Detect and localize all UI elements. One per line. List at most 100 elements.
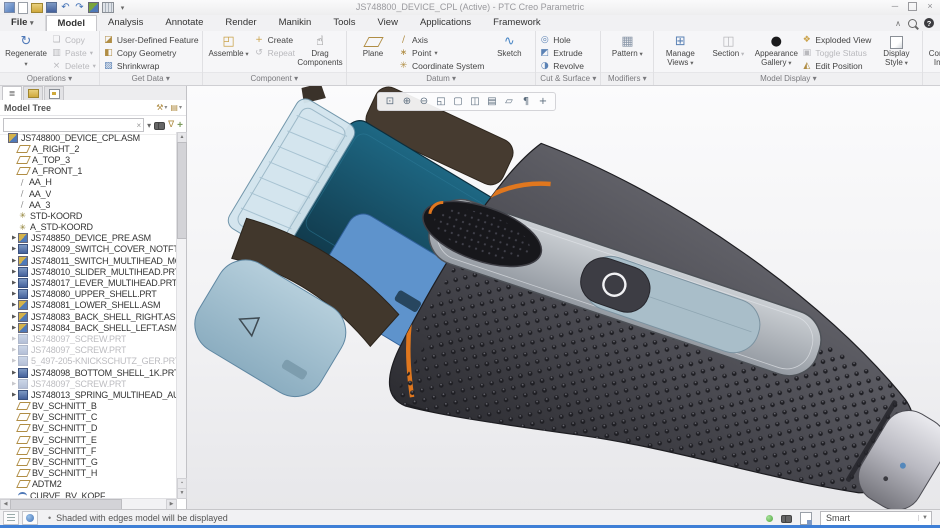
tree-item[interactable]: A_FRONT_1 (0, 166, 177, 177)
display-style-icon[interactable]: ◫ (467, 96, 483, 107)
save-icon[interactable] (46, 2, 57, 13)
close-icon[interactable]: × (925, 1, 935, 11)
tree-item[interactable]: A_RIGHT_2 (0, 143, 177, 154)
exploded-view-button[interactable]: ❖Exploded View (801, 34, 871, 46)
drag-components-button[interactable]: ☝Drag Components (297, 33, 343, 67)
copy-geometry-button[interactable]: ◧Copy Geometry (103, 47, 199, 59)
tab-annotate[interactable]: Annotate (154, 15, 214, 31)
model-tree-tab-icon[interactable]: ≣ (2, 86, 22, 100)
find-icon[interactable] (154, 122, 165, 129)
delete-button[interactable]: ×Delete▾ (51, 60, 96, 72)
assemble-button[interactable]: ◰Assemble ▾ (206, 33, 252, 60)
tab-view[interactable]: View (367, 15, 409, 31)
edit-position-button[interactable]: ◭Edit Position (801, 60, 871, 72)
spin-center-icon[interactable]: + (535, 96, 551, 107)
tree-item[interactable]: ▶JS748081_LOWER_SHELL.ASM (0, 300, 177, 311)
tree-columns-icon[interactable]: ▤ (170, 103, 178, 112)
group-label[interactable]: Datum ▾ (347, 72, 535, 85)
group-label[interactable]: Operations ▾ (0, 72, 99, 85)
tab-render[interactable]: Render (214, 15, 267, 31)
undo-icon[interactable]: ↶ (60, 3, 71, 13)
component-interface-button[interactable]: ◳Component Interface (926, 33, 940, 67)
browser-toggle-icon[interactable] (22, 511, 38, 525)
tree-vertical-scrollbar[interactable]: ▲ ▪ ▼ (176, 132, 186, 499)
creo-window-icon[interactable] (4, 2, 15, 13)
tree-item[interactable]: ▶JS748097_SCREW.PRT (0, 378, 177, 389)
tree-item[interactable]: ▶JS748080_UPPER_SHELL.PRT (0, 289, 177, 300)
tree-item[interactable]: ▶JS748850_DEVICE_PRE.ASM (0, 233, 177, 244)
annotation-display-icon[interactable]: ¶ (518, 96, 534, 107)
coordinate-system-button[interactable]: ✳Coordinate System (398, 60, 484, 72)
tree-item[interactable]: ▶JS748017_LEVER_MULTIHEAD.PRT (0, 277, 177, 288)
tree-item[interactable]: ▶JS748083_BACK_SHELL_RIGHT.ASM (0, 311, 177, 322)
dropdown-caret-icon[interactable]: ▾ (147, 121, 151, 130)
tree-item[interactable]: ✳STD-KOORD (0, 210, 177, 221)
clipboard-icon[interactable] (800, 512, 812, 525)
tree-item[interactable]: A_TOP_3 (0, 154, 177, 165)
sketch-button[interactable]: ∿Sketch (486, 33, 532, 59)
tree-settings-icon[interactable]: ⚒ (156, 103, 163, 112)
saved-orientations-icon[interactable]: ▤ (484, 96, 500, 107)
tree-item[interactable]: ▶JS748097_SCREW.PRT (0, 333, 177, 344)
add-filter-icon[interactable]: + (177, 120, 183, 131)
create-button[interactable]: +Create (254, 34, 295, 46)
shrinkwrap-button[interactable]: ▨Shrinkwrap (103, 60, 199, 72)
tree-item[interactable]: ▶JS748009_SWITCH_COVER_NOTFTOOL.PRT (0, 244, 177, 255)
tree-item[interactable]: ▶JS748011_SWITCH_MULTIHEAD_MONT.ASM (0, 255, 177, 266)
tree-item[interactable]: BV_SCHNITT_G (0, 456, 177, 467)
manage-views-button[interactable]: ⊞Manage Views ▾ (657, 33, 703, 68)
tree-item[interactable]: ADTM2 (0, 479, 177, 490)
folder-browser-tab-icon[interactable] (23, 86, 43, 100)
graphics-area[interactable]: ⊡⊕⊖◱▢◫▤▱¶+ (187, 86, 940, 509)
user-defined-feature-button[interactable]: ◪User-Defined Feature (103, 34, 199, 46)
filter-icon[interactable]: ∇ (168, 120, 174, 130)
zoom-region-icon[interactable]: ⊡ (382, 96, 398, 107)
collapse-ribbon-icon[interactable]: ∧ (895, 19, 901, 28)
revolve-button[interactable]: ◑Revolve (539, 60, 584, 72)
repeat-button[interactable]: ↺Repeat (254, 47, 295, 59)
tab-manikin[interactable]: Manikin (268, 15, 323, 31)
search-input[interactable]: × (3, 118, 144, 132)
redo-icon[interactable]: ↷ (74, 3, 85, 13)
repaint-icon[interactable]: ▢ (450, 96, 466, 107)
tree-item[interactable]: BV_SCHNITT_H (0, 468, 177, 479)
open-file-icon[interactable] (31, 3, 43, 13)
toggle-status-button[interactable]: ▣Toggle Status (801, 47, 871, 59)
clear-icon[interactable]: × (136, 121, 141, 130)
favorites-tab-icon[interactable] (44, 86, 64, 100)
display-style-button[interactable]: Display Style ▾ (873, 33, 919, 68)
plane-button[interactable]: Plane (350, 33, 396, 59)
scrollbar-thumb[interactable] (177, 142, 187, 239)
tree-horizontal-scrollbar[interactable]: ◀ ▶ (0, 498, 177, 509)
group-label[interactable]: Modifiers ▾ (601, 72, 653, 85)
command-search-icon[interactable] (908, 19, 917, 28)
customize-caret-icon[interactable]: ▾ (117, 3, 128, 13)
paste-button[interactable]: ▥Paste▾ (51, 47, 96, 59)
selection-filter-dropdown[interactable]: Smart▼ (820, 511, 932, 526)
tree-item[interactable]: BV_SCHNITT_D (0, 423, 177, 434)
tab-model[interactable]: Model (46, 15, 97, 32)
model-tree-toggle-icon[interactable] (3, 511, 19, 525)
group-label[interactable]: Model Intent ▾ (923, 72, 940, 85)
group-label[interactable]: Component ▾ (203, 72, 346, 85)
pattern-button[interactable]: ▦Pattern ▾ (604, 33, 650, 60)
group-label[interactable]: Get Data ▾ (100, 72, 202, 85)
appearance-gallery-button[interactable]: ●Appearance Gallery ▾ (753, 33, 799, 68)
tree-item[interactable]: BV_SCHNITT_C (0, 412, 177, 423)
tab-framework[interactable]: Framework (482, 15, 552, 31)
restore-icon[interactable] (908, 2, 917, 11)
tree-item[interactable]: ∕AA_3 (0, 199, 177, 210)
regenerate-quick-icon[interactable] (88, 2, 99, 13)
tree-item[interactable]: ▶JS748013_SPRING_MULTIHEAD_AUS.PRT (0, 389, 177, 400)
minimize-icon[interactable]: ─ (890, 1, 900, 11)
regenerate-button[interactable]: ↻Regenerate ▾ (3, 33, 49, 69)
hole-button[interactable]: ◎Hole (539, 34, 584, 46)
zoom-out-icon[interactable]: ⊖ (416, 96, 432, 107)
tree-item[interactable]: BV_SCHNITT_F (0, 445, 177, 456)
tree-item[interactable]: ▶JS748097_SCREW.PRT (0, 345, 177, 356)
group-label[interactable]: Cut & Surface ▾ (536, 72, 600, 85)
section-button[interactable]: ◫Section ▾ (705, 33, 751, 60)
zoom-in-icon[interactable]: ⊕ (399, 96, 415, 107)
tab-applications[interactable]: Applications (409, 15, 482, 31)
tree-item[interactable]: ∕AA_H (0, 177, 177, 188)
